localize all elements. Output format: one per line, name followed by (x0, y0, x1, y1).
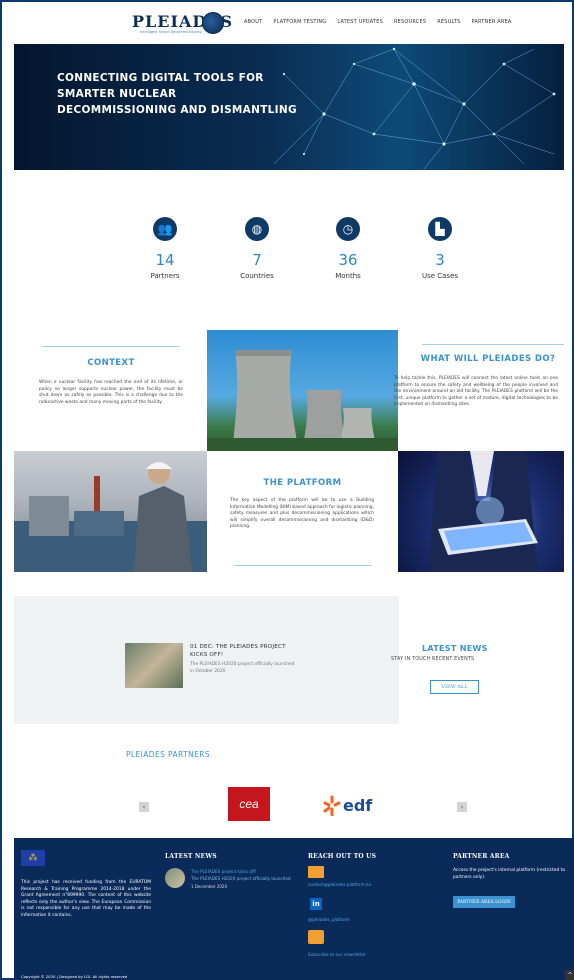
edf-sun-icon (323, 795, 341, 816)
carousel-prev-icon[interactable]: ‹ (139, 802, 149, 812)
logo-tagline: Intelligent Smart Decommissioning (140, 30, 202, 34)
email-icon (308, 866, 324, 878)
cea-logo-text: cea (239, 797, 259, 811)
newsletter-icon (308, 930, 324, 944)
scroll-top-icon[interactable]: ^ (565, 970, 574, 980)
carousel-next-icon[interactable]: › (457, 802, 467, 812)
partner-login-button[interactable]: PARTNER AREA LOGIN (453, 896, 515, 908)
nav-platform-testing[interactable]: PLATFORM TESTING (273, 19, 326, 25)
copyright-text: Copyright © 2020 | Designed by LGI. All … (21, 974, 128, 979)
edf-logo-text: edf (343, 795, 373, 815)
context-text: When a nuclear facility has reached the … (39, 380, 183, 405)
people-icon: 👥 (153, 217, 177, 241)
news-item-title[interactable]: 01 DEC: THE PLEIADES PROJECT KICKS OFF! (190, 643, 300, 659)
edf-logo[interactable]: edf (322, 792, 394, 818)
context-title: CONTEXT (87, 358, 135, 368)
eu-funding-text: This project has received funding from t… (21, 880, 151, 918)
logo-globe-icon (202, 12, 224, 34)
nav-results[interactable]: RESULTS (437, 19, 460, 25)
engineer-graphic (14, 462, 207, 572)
stat-label: Months (335, 272, 361, 280)
what-text: To help tackle this, PLEIADES will conne… (394, 376, 558, 408)
globe-icon: ◍ (245, 217, 269, 241)
linkedin-icon[interactable]: in (310, 898, 322, 910)
stat-number: 7 (252, 251, 262, 269)
eu-flag-icon: ⁂ (21, 850, 45, 866)
stat-months: ◷ 36 Months (313, 217, 383, 280)
stat-number: 3 (435, 251, 445, 269)
partners-title: PLEIADES PARTNERS (126, 750, 210, 759)
hero-banner: CONNECTING DIGITAL TOOLS FOR SMARTER NUC… (14, 44, 564, 170)
latest-news-subtitle: STAY IN TOUCH RECENT EVENTS (391, 657, 475, 662)
stat-label: Countries (240, 272, 274, 280)
site-header: PLEIADES Intelligent Smart Decommissioni… (2, 2, 572, 44)
engineer-image (14, 451, 207, 572)
news-item-text: The PLEIADES H2020 project officially la… (190, 662, 295, 674)
footer-reach-title: REACH OUT TO US (308, 853, 377, 860)
footer-news-text: The PLEIADES H2020 project officially la… (191, 876, 291, 881)
footer-partner-title: PARTNER AREA (453, 853, 510, 860)
stat-partners: 👥 14 Partners (130, 217, 200, 280)
nav-resources[interactable]: RESOURCES (394, 19, 426, 25)
stat-countries: ◍ 7 Countries (222, 217, 292, 280)
divider (234, 565, 372, 566)
stat-number: 36 (338, 251, 358, 269)
partner-area-text: Access the project's internal platform (… (453, 868, 566, 880)
network-graphic (273, 47, 556, 170)
news-thumbnail[interactable] (125, 643, 183, 688)
hero-title: CONNECTING DIGITAL TOOLS FOR SMARTER NUC… (57, 72, 297, 116)
stat-label: Partners (150, 272, 180, 280)
stat-use-cases: ▙ 3 Use Cases (405, 217, 475, 280)
site-logo[interactable]: PLEIADES Intelligent Smart Decommissioni… (132, 10, 232, 36)
cooling-towers-graphic (207, 350, 398, 451)
divider (422, 344, 564, 345)
stat-label: Use Cases (421, 272, 459, 280)
footer-latest-title: LATEST NEWS (165, 853, 217, 860)
divider (42, 346, 180, 347)
what-title: WHAT WILL PLEIADES DO? (420, 354, 556, 364)
cooling-towers-image (207, 330, 398, 451)
latest-news-title: LATEST NEWS (422, 644, 488, 653)
nav-partner-area[interactable]: PARTNER AREA (471, 19, 511, 25)
footer-news-thumbnail[interactable] (165, 868, 185, 888)
footer-news-date: 1 December 2020 (191, 884, 228, 889)
footer-news-link[interactable]: The PLEIADES project kicks off! (191, 869, 301, 874)
nav-about[interactable]: ABOUT (244, 19, 262, 25)
linkedin-link[interactable]: @pleiades_platform (308, 917, 350, 922)
cea-logo[interactable]: cea (228, 787, 270, 821)
tablet-graphic (428, 451, 538, 572)
nav-latest-updates[interactable]: LATEST UPDATES (337, 19, 383, 25)
stat-number: 14 (155, 251, 175, 269)
view-all-button[interactable]: VIEW ALL (430, 680, 479, 694)
main-nav: ABOUT PLATFORM TESTING LATEST UPDATES RE… (244, 19, 512, 25)
clock-icon: ◷ (336, 217, 360, 241)
tablet-image (398, 451, 564, 572)
latest-news-section (14, 596, 399, 724)
platform-text: The key aspect of the platform will be t… (230, 498, 374, 530)
factory-icon: ▙ (428, 217, 452, 241)
platform-title: THE PLATFORM (263, 478, 342, 488)
email-link[interactable]: contact@pleiades-platform.eu (308, 882, 371, 887)
newsletter-link[interactable]: Subscribe to our newsletter (308, 952, 366, 957)
